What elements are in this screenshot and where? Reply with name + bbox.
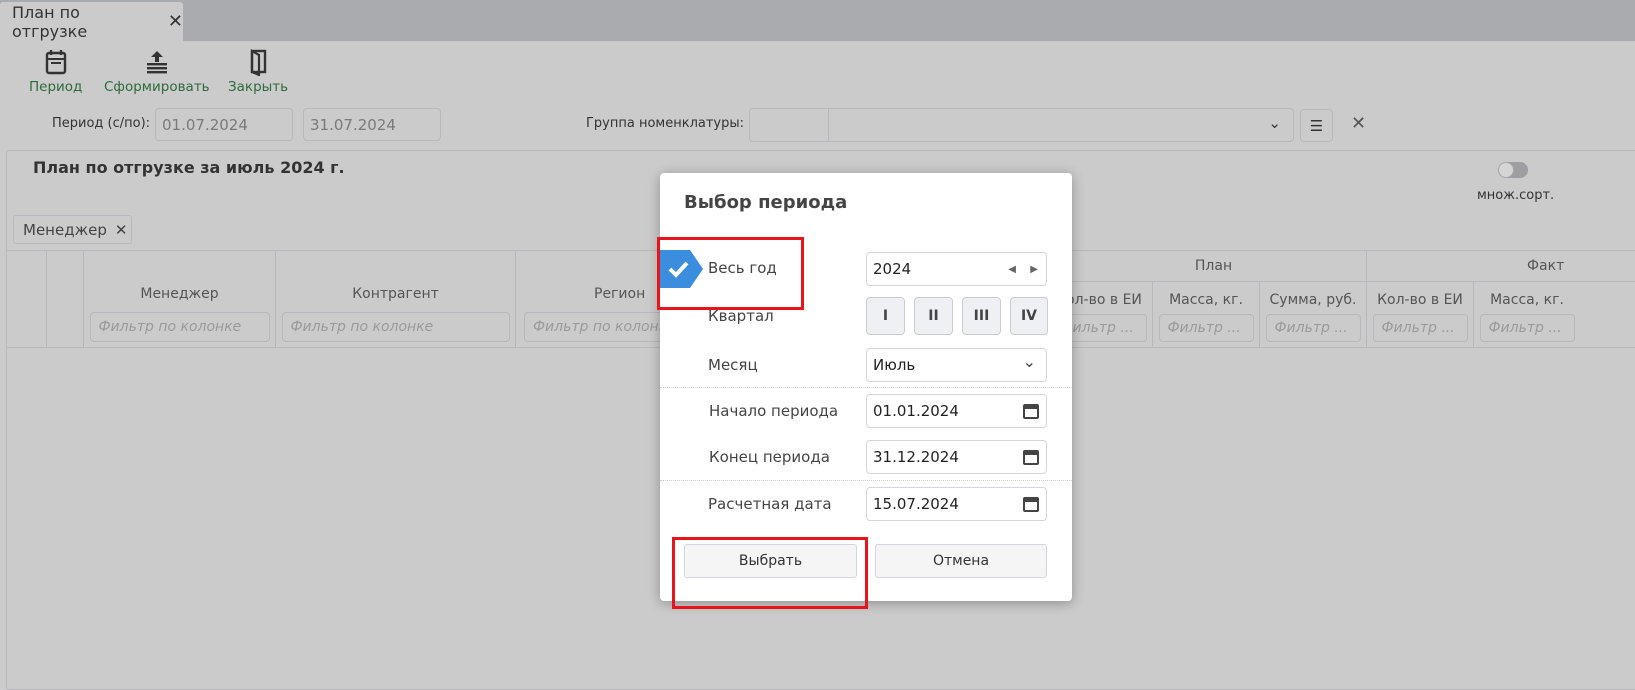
clear-icon[interactable]: ✕ <box>1351 113 1366 134</box>
tree-button[interactable]: ☰ <box>1300 109 1333 142</box>
month-label: Месяц <box>708 356 758 374</box>
cancel-button[interactable]: Отмена <box>875 544 1047 578</box>
filter-plan-sum[interactable]: Фильтр ... <box>1265 313 1361 342</box>
quarter-1-button[interactable]: I <box>866 297 905 335</box>
build-label: Сформировать <box>104 79 210 95</box>
calendar-icon[interactable] <box>1022 495 1040 513</box>
close-label: Закрыть <box>228 79 289 95</box>
close-button[interactable]: Закрыть <box>228 48 288 95</box>
start-label: Начало периода <box>709 402 839 420</box>
tree-icon: ☰ <box>1309 116 1324 135</box>
chevron-down-icon: ⌄ <box>1022 352 1036 371</box>
prev-year-icon[interactable]: ◀ <box>1008 264 1016 275</box>
next-year-icon[interactable]: ▶ <box>1030 264 1038 275</box>
upload-list-icon <box>146 51 167 74</box>
tab-plan[interactable]: План по отгрузке ✕ <box>0 2 183 41</box>
column-fact-qty[interactable]: Кол-во в ЕИ Фильтр ... <box>1366 282 1473 347</box>
date-from-input[interactable]: 01.07.2024 <box>155 108 293 141</box>
quarter-3-button[interactable]: III <box>962 297 1001 335</box>
column-plan-mass[interactable]: Масса, кг. Фильтр ... <box>1152 282 1259 347</box>
group-chip[interactable]: Менеджер ✕ <box>13 215 132 244</box>
dialog-title: Выбор периода <box>684 192 848 213</box>
filter-plan-mass[interactable]: Фильтр ... <box>1158 313 1254 342</box>
column-manager[interactable]: Менеджер Фильтр по колонке <box>83 250 275 347</box>
door-icon <box>250 49 267 76</box>
calc-date-label: Расчетная дата <box>708 495 832 513</box>
month-select[interactable]: Июль ⌄ <box>866 348 1047 382</box>
column-counterparty[interactable]: Контрагент Фильтр по колонке <box>275 250 515 347</box>
tab-title: План по отгрузке <box>12 2 88 41</box>
period-label: Период (с/по): <box>52 116 151 131</box>
chevron-down-icon: ⌄ <box>1268 114 1281 132</box>
tab-bar <box>0 0 1635 41</box>
multisort-toggle[interactable] <box>1498 162 1528 178</box>
quarter-4-button[interactable]: IV <box>1010 297 1048 335</box>
close-tab-icon[interactable]: ✕ <box>168 11 183 32</box>
group-fact: Факт <box>1366 250 1635 282</box>
filter-fact-qty[interactable]: Фильтр ... <box>1372 313 1468 342</box>
date-to-input[interactable]: 31.07.2024 <box>303 108 441 141</box>
column-plan-sum[interactable]: Сумма, руб. Фильтр ... <box>1259 282 1366 347</box>
build-button[interactable]: Сформировать <box>104 48 210 95</box>
multisort-label: множ.сорт. <box>1477 188 1555 203</box>
filter-fact-mass[interactable]: Фильтр ... <box>1479 313 1575 342</box>
start-date-input[interactable]: 01.01.2024 <box>866 394 1047 428</box>
column-fact-mass[interactable]: Масса, кг. Фильтр ... <box>1473 282 1580 347</box>
group-chip-label: Менеджер <box>23 220 107 239</box>
calc-date-input[interactable]: 15.07.2024 <box>866 487 1047 521</box>
highlight-whole-year <box>657 237 804 310</box>
report-title: План по отгрузке за июль 2024 г. <box>33 158 345 177</box>
quarter-2-button[interactable]: II <box>914 297 953 335</box>
calendar-icon[interactable] <box>1022 402 1040 420</box>
period-label: Период <box>29 79 83 95</box>
filter-counterparty[interactable]: Фильтр по колонке <box>281 312 510 342</box>
calendar-icon <box>45 50 66 75</box>
filter-manager[interactable]: Фильтр по колонке <box>89 312 270 342</box>
remove-chip-icon[interactable]: ✕ <box>115 221 128 239</box>
group-select[interactable]: ⌄ <box>749 108 1294 142</box>
end-date-input[interactable]: 31.12.2024 <box>866 440 1047 474</box>
highlight-select-button <box>672 537 868 609</box>
period-button[interactable]: Период <box>29 48 82 95</box>
year-input[interactable]: 2024 ◀ ▶ <box>866 252 1047 286</box>
end-label: Конец периода <box>709 448 830 466</box>
group-label: Группа номенклатуры: <box>586 116 745 131</box>
calendar-icon[interactable] <box>1022 448 1040 466</box>
